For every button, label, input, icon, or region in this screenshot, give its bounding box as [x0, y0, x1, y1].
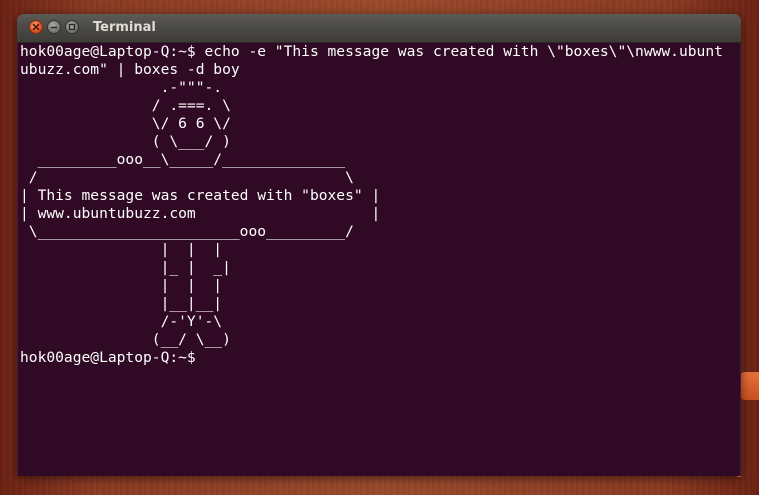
title-bar[interactable]: Terminal: [17, 14, 741, 43]
terminal-line: | www.ubuntubuzz.com |: [20, 205, 381, 222]
minimize-button[interactable]: [47, 20, 61, 34]
terminal-line: .-"""-.: [20, 79, 223, 96]
terminal-output: hok00age@Laptop-Q:~$ echo -e "This messa…: [20, 43, 723, 367]
launcher-edge-tab[interactable]: [739, 372, 759, 400]
terminal-line: |_ | _|: [20, 259, 231, 276]
terminal-prompt: hok00age@Laptop-Q:~$: [20, 349, 196, 366]
maximize-button[interactable]: [65, 20, 79, 34]
terminal-line: |__|__|: [20, 295, 223, 312]
minimize-icon: [50, 26, 58, 29]
maximize-icon: [68, 23, 76, 31]
close-button[interactable]: [29, 20, 43, 34]
terminal-line: | This message was created with "boxes" …: [20, 187, 381, 204]
terminal-window: Terminal hok00age@Laptop-Q:~$ echo -e "T…: [17, 14, 741, 476]
terminal-line: / \: [20, 169, 354, 186]
terminal-line: ( \___/ ): [20, 133, 231, 150]
terminal-line: ubuzz.com" | boxes -d boy: [20, 61, 240, 78]
window-title: Terminal: [93, 20, 156, 35]
terminal-line: _________ooo__\_____/______________: [20, 151, 346, 168]
terminal-line: \/ 6 6 \/: [20, 115, 231, 132]
terminal-line: | | |: [20, 277, 223, 294]
terminal-line: (__/ \__): [20, 331, 231, 348]
close-icon: [32, 23, 40, 31]
terminal-area[interactable]: hok00age@Laptop-Q:~$ echo -e "This messa…: [17, 43, 741, 476]
terminal-line: | | |: [20, 241, 223, 258]
terminal-line: /-'Y'-\: [20, 313, 223, 330]
terminal-line: / .===. \: [20, 97, 231, 114]
terminal-line: hok00age@Laptop-Q:~$ echo -e "This messa…: [20, 43, 723, 60]
terminal-line: \_______________________ooo_________/: [20, 223, 354, 240]
